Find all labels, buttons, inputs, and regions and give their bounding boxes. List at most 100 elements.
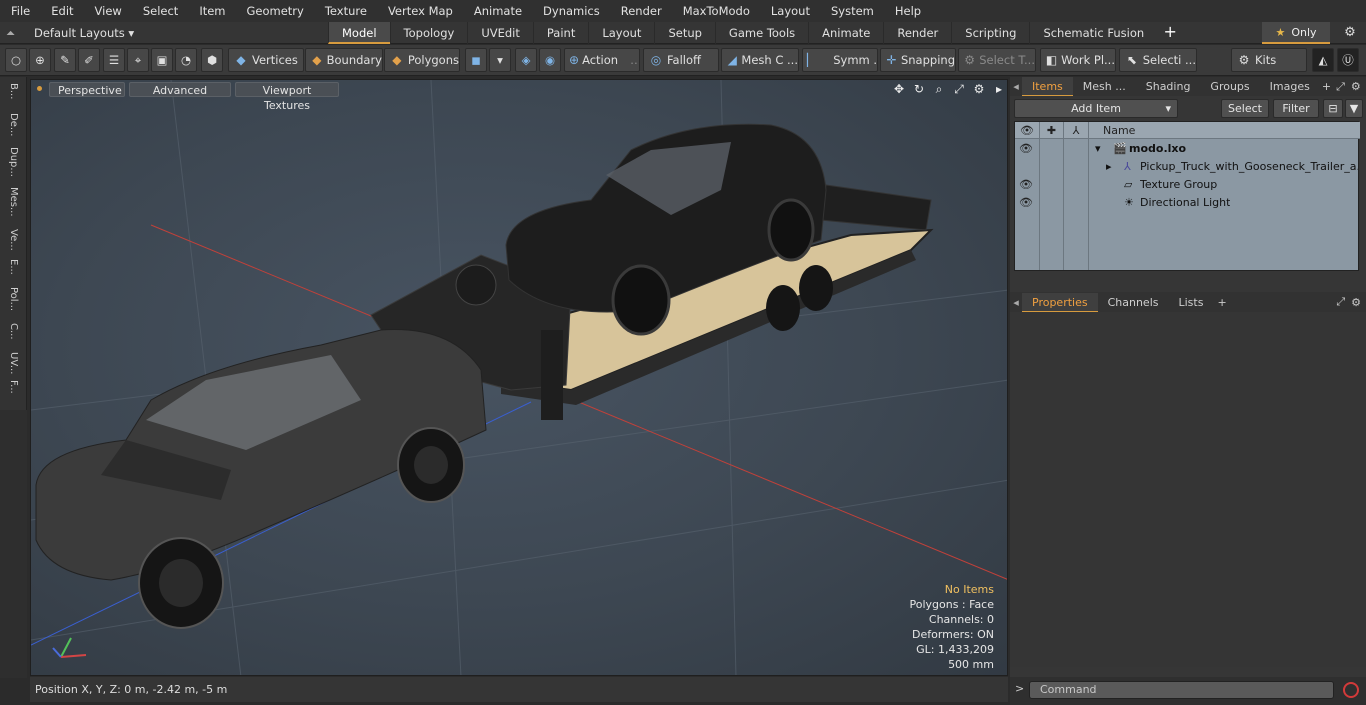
list-item[interactable]: 👁 ▾ 🎬 modo.lxo <box>1015 140 1360 158</box>
pivot-button[interactable]: ◈ <box>515 48 537 72</box>
tab-lists[interactable]: Lists <box>1169 293 1214 312</box>
tab-mesh[interactable]: Mesh ... <box>1073 77 1136 96</box>
menu-animate[interactable]: Animate <box>463 0 532 22</box>
command-input[interactable]: Command <box>1029 681 1334 699</box>
tab-setup[interactable]: Setup <box>654 22 714 44</box>
panel-maximize-icon[interactable]: ⤢ <box>1333 80 1348 94</box>
expand-arrow-icon[interactable]: ▸ <box>1106 158 1112 176</box>
select-button[interactable]: Select <box>1221 99 1269 118</box>
left-tab-edge[interactable]: E... <box>4 259 22 275</box>
visibility-eye-icon[interactable]: 👁 <box>1018 194 1034 212</box>
left-tab-curve[interactable]: C... <box>4 323 22 340</box>
tab-scripting[interactable]: Scripting <box>951 22 1029 44</box>
name-column-header[interactable]: Name <box>1089 122 1360 139</box>
shield-button[interactable]: ⬢ <box>201 48 223 72</box>
snapping-button[interactable]: ✛ Snapping <box>880 48 956 72</box>
view-perspective-button[interactable]: Perspective <box>49 82 125 97</box>
tab-items[interactable]: Items <box>1022 77 1073 96</box>
left-tab-vertex[interactable]: Ve... <box>4 229 22 251</box>
select-through-button[interactable]: ⚙ Select T... <box>958 48 1036 72</box>
menu-edit[interactable]: Edit <box>40 0 83 22</box>
filter-funnel-button[interactable]: ▼ <box>1345 99 1363 118</box>
menu-geometry[interactable]: Geometry <box>236 0 314 22</box>
left-tab-uv[interactable]: UV... <box>4 352 22 374</box>
pen-button[interactable]: ✎ <box>54 48 76 72</box>
menu-dynamics[interactable]: Dynamics <box>532 0 610 22</box>
left-tab-deform[interactable]: De... <box>4 113 22 136</box>
default-layouts-dropdown[interactable]: ⏶ Default Layouts ▾ <box>6 22 134 44</box>
visibility-column-icon[interactable]: 👁 <box>1015 122 1040 139</box>
mesh-constraint-button[interactable]: ◢ Mesh C ... <box>721 48 799 72</box>
action-button[interactable]: ⊕Action… <box>564 48 640 72</box>
expand-arrow-icon[interactable]: ▸ <box>989 81 1007 97</box>
tab-shading[interactable]: Shading <box>1136 77 1201 96</box>
item-list[interactable]: 👁 ✚ ⅄ Name 👁 ▾ 🎬 modo.lxo ▸ ⅄ Pickup_Tru… <box>1014 121 1360 271</box>
selection-sets-button[interactable]: ⬉ Selecti ... <box>1119 48 1197 72</box>
list-item[interactable]: 👁 ▱ Texture Group <box>1015 176 1360 194</box>
menu-system[interactable]: System <box>820 0 884 22</box>
kits-button[interactable]: ⚙ Kits <box>1231 48 1307 72</box>
left-tab-duplicate[interactable]: Dup... <box>4 147 22 177</box>
tab-schematic-fusion[interactable]: Schematic Fusion <box>1029 22 1157 44</box>
tab-channels[interactable]: Channels <box>1098 293 1169 312</box>
menu-render[interactable]: Render <box>610 0 672 22</box>
pan-icon[interactable]: ✥ <box>889 81 909 97</box>
tab-render[interactable]: Render <box>883 22 951 44</box>
visibility-eye-icon[interactable]: 👁 <box>1018 140 1034 158</box>
3d-viewport[interactable]: Perspective Advanced Viewport Textures ✥… <box>30 79 1008 676</box>
tab-game-tools[interactable]: Game Tools <box>714 22 808 44</box>
vertices-button[interactable]: ◆ Vertices <box>228 48 304 72</box>
panel-menu-icon[interactable]: ◂ <box>1010 80 1022 93</box>
tab-images[interactable]: Images <box>1260 77 1320 96</box>
menu-view[interactable]: View <box>84 0 132 22</box>
tab-uvedit[interactable]: UVEdit <box>467 22 533 44</box>
tab-groups[interactable]: Groups <box>1200 77 1259 96</box>
menu-vertex-map[interactable]: Vertex Map <box>377 0 463 22</box>
list-item[interactable]: 👁 ☀ Directional Light <box>1015 194 1360 212</box>
item-mode-button[interactable]: ◼ <box>465 48 487 72</box>
add-item-button[interactable]: Add Item ▾ <box>1014 99 1178 118</box>
mode-dropdown[interactable]: ▾ <box>489 48 511 72</box>
visibility-eye-icon[interactable]: 👁 <box>1018 176 1034 194</box>
zoom-icon[interactable]: ⌕ <box>929 81 949 97</box>
viewport-settings-icon[interactable]: ⚙ <box>969 81 989 97</box>
tab-topology[interactable]: Topology <box>389 22 468 44</box>
collapse-up-icon[interactable]: ⏶ <box>6 22 20 44</box>
properties-maximize-icon[interactable]: ⤢ <box>1333 295 1348 309</box>
maximize-icon[interactable]: ⤢ <box>949 81 969 97</box>
tab-layout[interactable]: Layout <box>588 22 654 44</box>
add-properties-tab-icon[interactable]: + <box>1213 296 1230 309</box>
polygons-button[interactable]: ◆ Polygons <box>384 48 460 72</box>
orbit-icon[interactable]: ↻ <box>909 81 929 97</box>
collapse-button[interactable]: ⊟ <box>1323 99 1343 118</box>
filter-button[interactable]: Filter <box>1273 99 1319 118</box>
shading-advanced-button[interactable]: Advanced <box>129 82 231 97</box>
menu-maxtomodo[interactable]: MaxToModo <box>672 0 760 22</box>
properties-menu-icon[interactable]: ◂ <box>1010 296 1022 309</box>
transform-button[interactable]: ⌖ <box>127 48 149 72</box>
left-tab-fusion[interactable]: F... <box>4 380 22 394</box>
tab-animate[interactable]: Animate <box>808 22 883 44</box>
left-tab-mesh[interactable]: Mes... <box>4 187 22 217</box>
globe-button[interactable]: ⊕ <box>29 48 51 72</box>
add-tab-icon[interactable]: + <box>1157 22 1183 44</box>
tab-paint[interactable]: Paint <box>532 22 588 44</box>
tab-properties[interactable]: Properties <box>1022 292 1098 312</box>
properties-settings-icon[interactable]: ⚙ <box>1348 296 1366 309</box>
menu-layout[interactable]: Layout <box>760 0 820 22</box>
align-button[interactable]: ☰ <box>103 48 125 72</box>
unity-button[interactable]: ◭ <box>1312 48 1334 72</box>
brush-button[interactable]: ✐ <box>78 48 100 72</box>
lock-column-icon[interactable]: ✚ <box>1040 122 1064 139</box>
menu-select[interactable]: Select <box>132 0 188 22</box>
menu-file[interactable]: File <box>0 0 40 22</box>
circle-select-button[interactable]: ○ <box>5 48 27 72</box>
panel-settings-icon[interactable]: ⚙ <box>1348 80 1364 93</box>
viewport-textures-button[interactable]: Viewport Textures <box>235 82 339 112</box>
work-plane-button[interactable]: ◧ Work Pl... <box>1040 48 1116 72</box>
unreal-button[interactable]: Ⓤ <box>1337 48 1359 72</box>
tab-model[interactable]: Model <box>328 22 390 44</box>
menu-texture[interactable]: Texture <box>314 0 377 22</box>
type-column-icon[interactable]: ⅄ <box>1064 122 1089 139</box>
left-tab-basic[interactable]: B... <box>4 83 22 99</box>
